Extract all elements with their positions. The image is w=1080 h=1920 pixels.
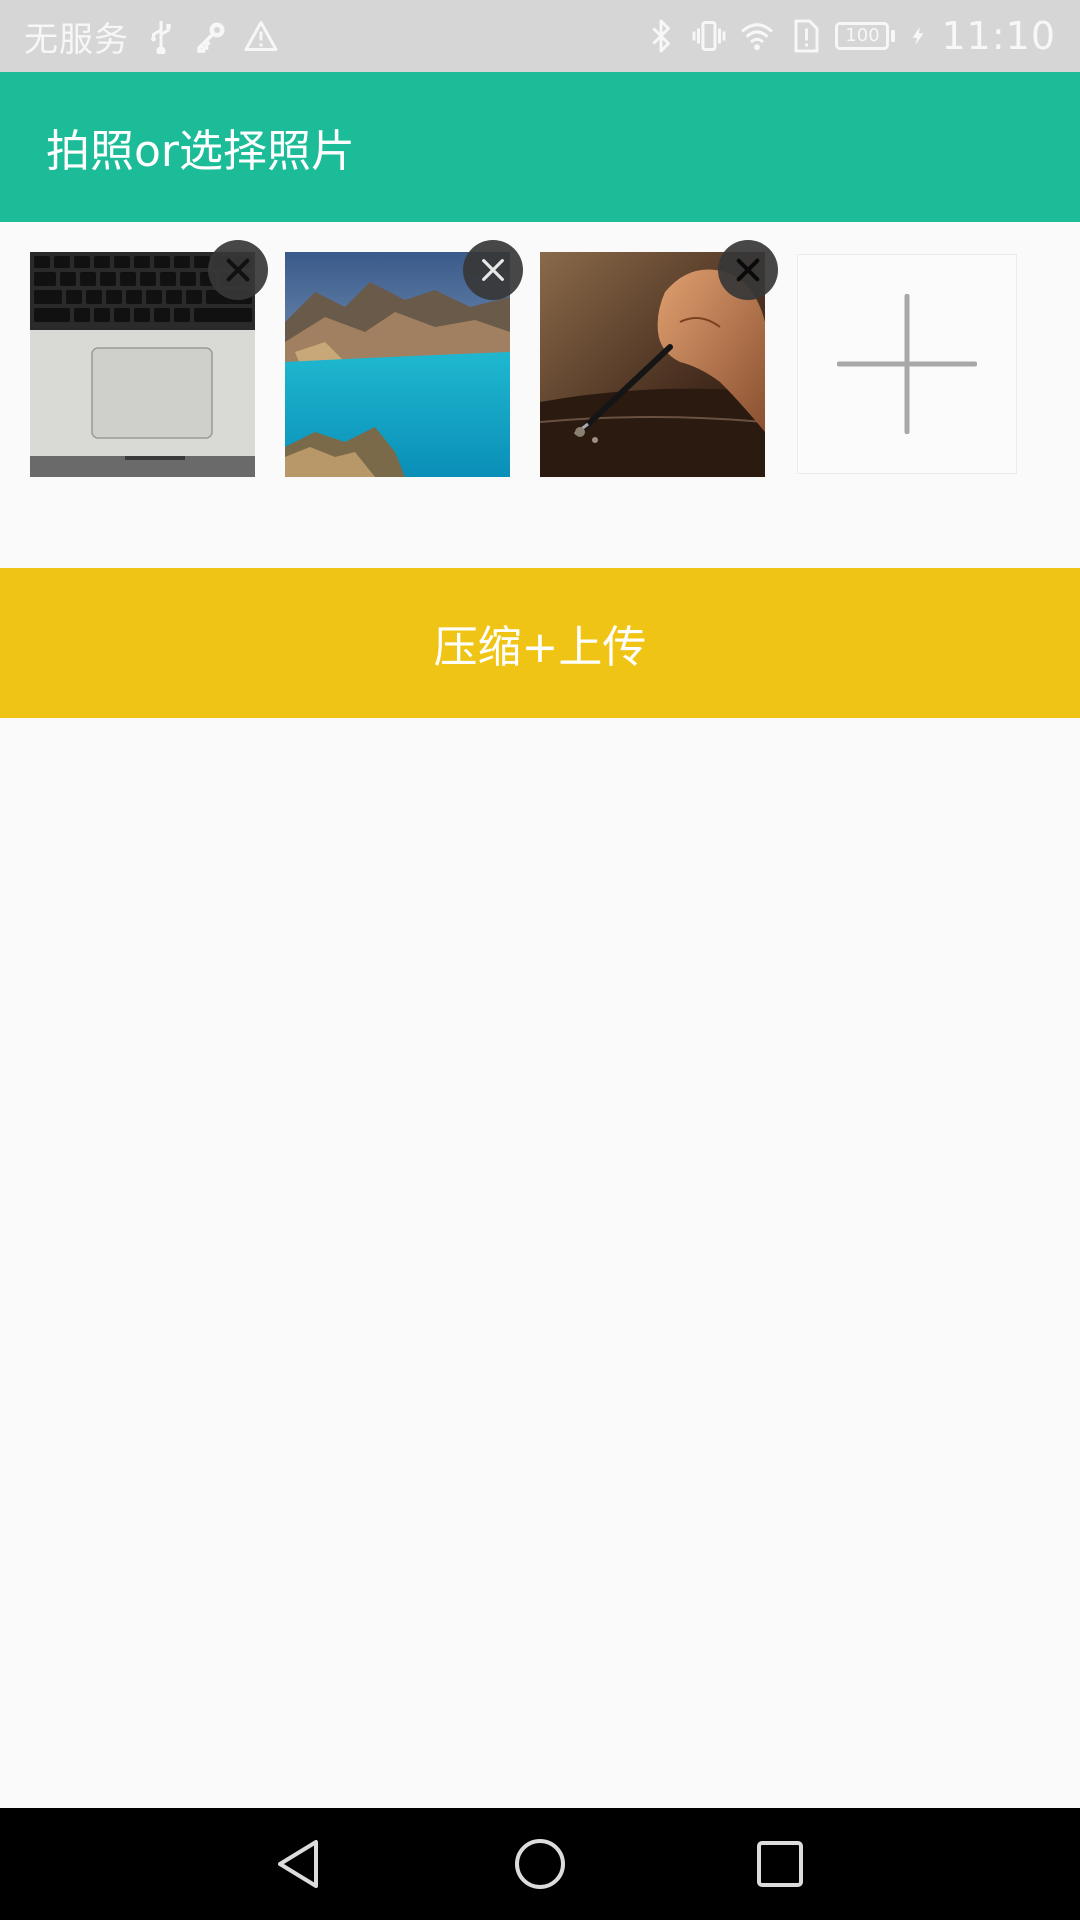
add-photo-button[interactable]	[797, 254, 1017, 474]
page-title: 拍照or选择照片	[46, 126, 356, 177]
bluetooth-icon	[652, 19, 671, 53]
close-icon	[226, 258, 250, 282]
photo-grid	[0, 222, 1080, 568]
app-bar: 拍照or选择照片	[0, 72, 1080, 222]
battery-icon: 100	[835, 22, 896, 50]
recents-icon	[757, 1841, 803, 1887]
plus-icon	[837, 294, 977, 434]
status-left: 无服务	[24, 12, 279, 61]
recents-button[interactable]	[752, 1836, 808, 1892]
delete-photo-button[interactable]	[718, 240, 778, 300]
compress-upload-button[interactable]: 压缩+上传	[0, 568, 1080, 718]
key-icon	[197, 22, 225, 53]
wifi-icon	[741, 23, 774, 51]
close-icon	[482, 259, 504, 281]
delete-photo-button[interactable]	[208, 240, 268, 300]
status-bar: 无服务 100 11:10	[0, 0, 1080, 72]
battery-level: 100	[835, 22, 890, 50]
status-right: 100 11:10	[643, 14, 1056, 58]
back-icon	[278, 1840, 318, 1888]
battery-tip	[891, 30, 896, 42]
close-icon	[736, 258, 760, 282]
screen: 无服务 100 11:10 拍照or选择照片 压缩+上传	[0, 0, 1080, 1920]
carrier-label: 无服务	[24, 19, 129, 60]
vibrate-icon	[692, 21, 726, 51]
home-icon	[515, 1839, 565, 1889]
clock: 11:10	[941, 14, 1056, 58]
delete-photo-button[interactable]	[463, 240, 523, 300]
nav-bar	[0, 1808, 1080, 1920]
usb-icon	[151, 21, 171, 54]
sim-alert-icon	[794, 19, 819, 53]
home-button[interactable]	[512, 1836, 568, 1892]
charging-icon	[912, 26, 924, 46]
warning-icon	[244, 21, 278, 51]
back-button[interactable]	[272, 1836, 328, 1892]
